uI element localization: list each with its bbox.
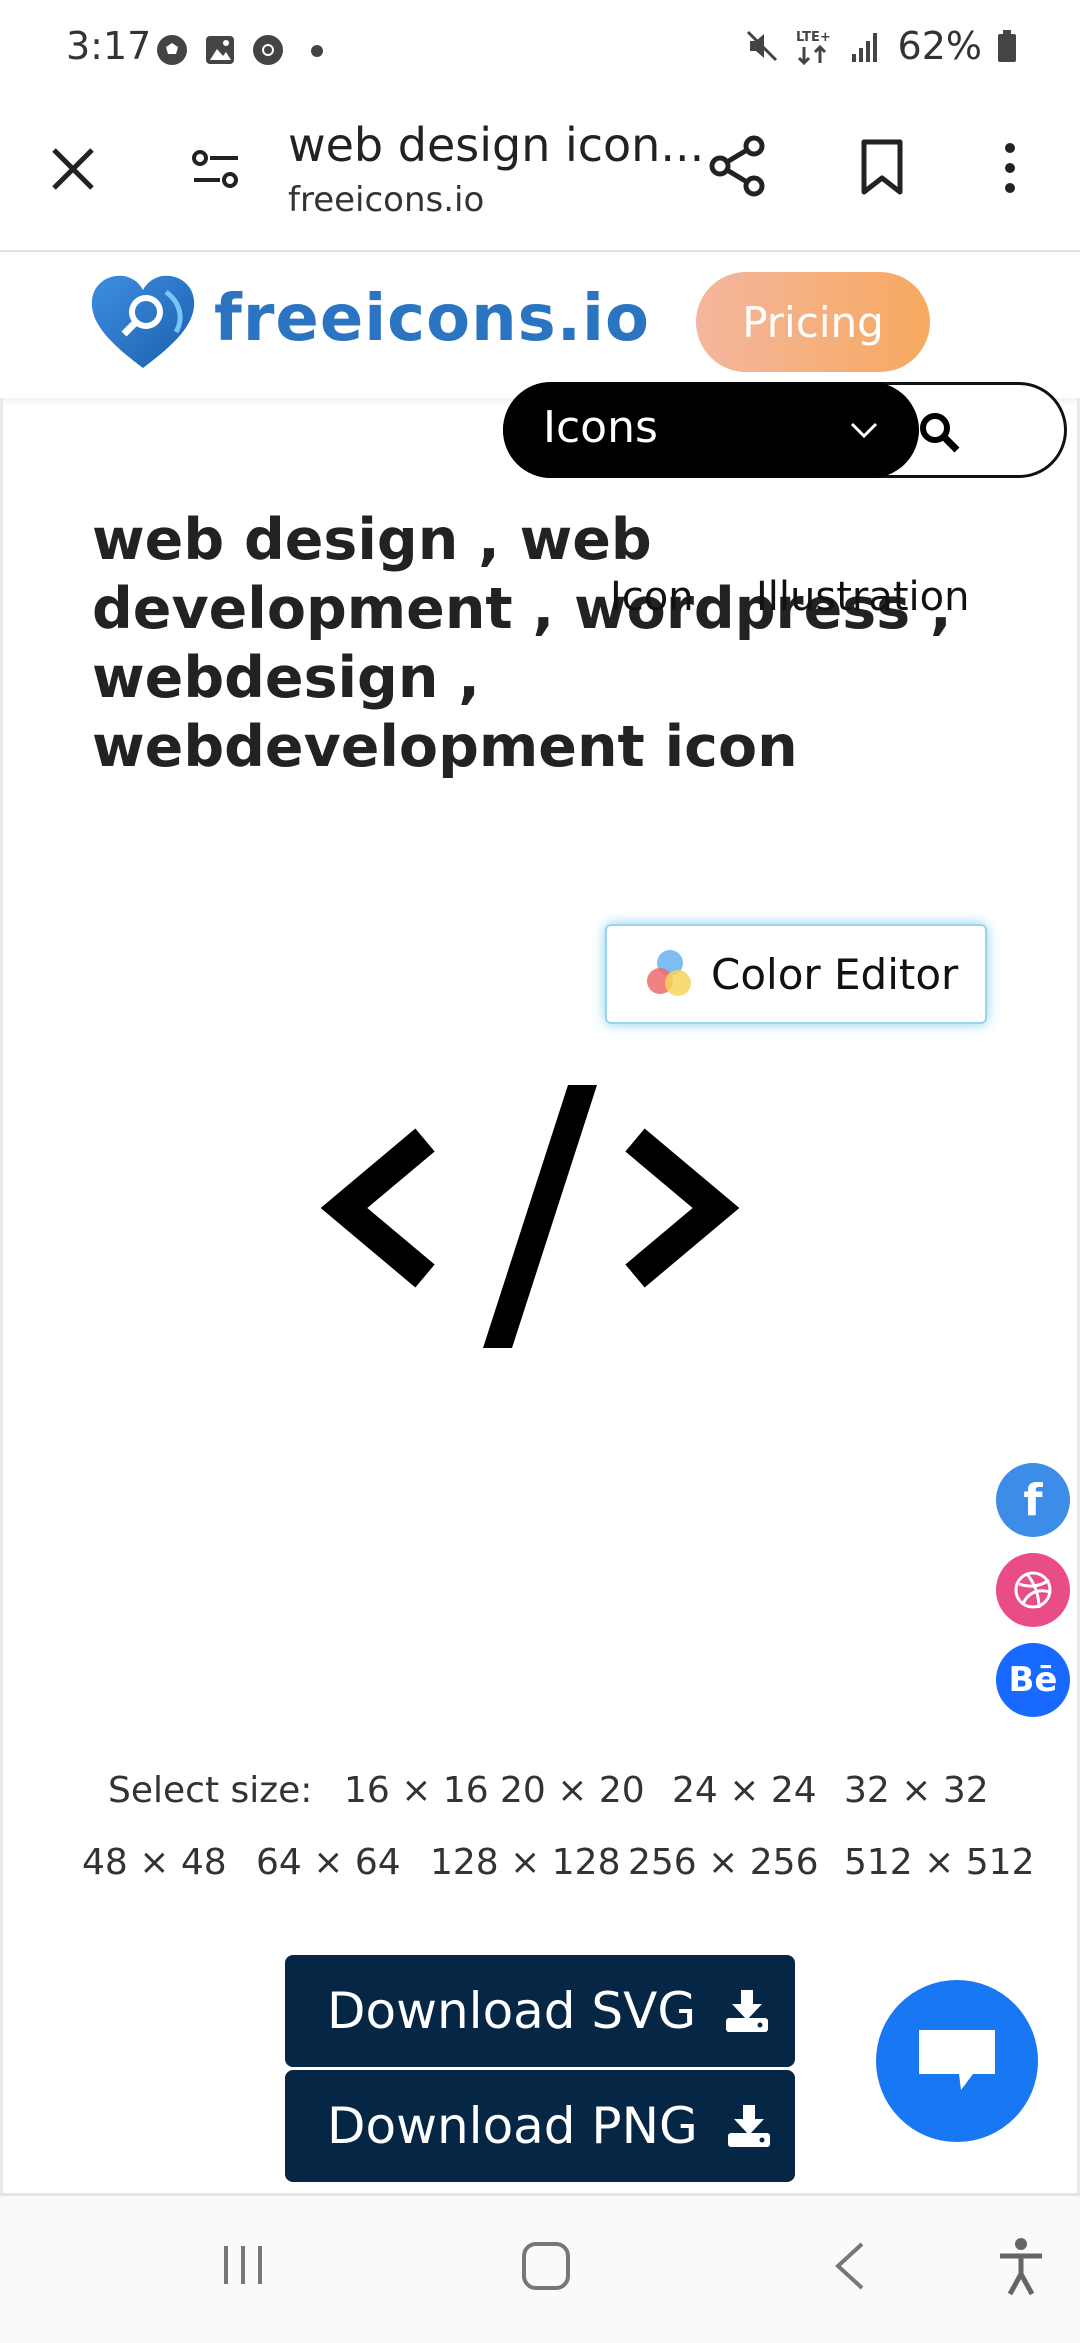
image-icon (206, 36, 234, 64)
soccer-icon (157, 35, 187, 65)
logo-heart-icon[interactable] (88, 272, 198, 372)
signal-icon (851, 33, 877, 62)
home-icon[interactable] (520, 2240, 572, 2292)
size-option[interactable]: 128 × 128 (430, 1842, 620, 1883)
size-option[interactable]: 24 × 24 (672, 1770, 817, 1811)
lte-icon: LTE+ (796, 30, 831, 65)
download-icon (727, 2105, 770, 2147)
facebook-icon[interactable]: f (996, 1463, 1070, 1537)
status-bar: 3:17 LTE+ 62% (0, 0, 1080, 100)
chrome-icon (253, 35, 283, 65)
download-icon (726, 1990, 769, 2032)
site-settings-icon[interactable] (190, 144, 242, 194)
size-option[interactable]: 48 × 48 (82, 1842, 227, 1883)
search-icon[interactable] (917, 410, 961, 454)
download-png-button[interactable]: Download PNG (285, 2070, 795, 2182)
download-svg-label: Download SVG (327, 1982, 697, 2040)
status-time: 3:17 (66, 24, 152, 68)
color-editor-button[interactable]: Color Editor (605, 924, 987, 1024)
size-option[interactable]: 20 × 20 (500, 1770, 645, 1811)
page-domain[interactable]: freeicons.io (288, 180, 484, 220)
mute-icon (746, 30, 777, 62)
recent-apps-icon[interactable] (218, 2240, 268, 2290)
site-header: freeicons.io Pricing (0, 252, 1080, 398)
size-option[interactable]: 16 × 16 (344, 1770, 489, 1811)
color-palette-icon (647, 950, 691, 996)
size-option[interactable]: 32 × 32 (844, 1770, 989, 1811)
status-right: LTE+ 62% (744, 24, 1018, 68)
size-option[interactable]: 512 × 512 (844, 1842, 1034, 1883)
battery-icon (998, 30, 1016, 62)
size-option[interactable]: 64 × 64 (256, 1842, 401, 1883)
select-size-label: Select size: (108, 1770, 313, 1811)
share-icon[interactable] (708, 134, 768, 198)
search-category-label: Icons (543, 402, 658, 453)
chat-button[interactable] (876, 1980, 1038, 2142)
color-editor-label: Color Editor (711, 949, 959, 999)
bookmark-icon[interactable] (860, 138, 904, 196)
close-icon[interactable] (48, 144, 98, 194)
back-icon[interactable] (830, 2240, 870, 2292)
battery-percent: 62% (897, 24, 982, 68)
pricing-button[interactable]: Pricing (696, 272, 930, 372)
more-options-icon[interactable] (1000, 140, 1020, 196)
logo-text[interactable]: freeicons.io (214, 282, 650, 356)
system-nav-bar (0, 2193, 1080, 2343)
download-svg-button[interactable]: Download SVG (285, 1955, 795, 2067)
tab-illustration[interactable]: Illustration (756, 574, 969, 620)
tab-icon[interactable]: Icon (610, 574, 694, 620)
code-icon (320, 1085, 740, 1348)
chat-icon (919, 2030, 995, 2090)
accessibility-icon[interactable] (996, 2236, 1046, 2296)
behance-icon[interactable]: Bē (996, 1643, 1070, 1717)
chevron-down-icon (850, 422, 878, 439)
page-title[interactable]: web design icon... (288, 118, 704, 172)
browser-toolbar: web design icon... freeicons.io (0, 100, 1080, 253)
dribbble-icon[interactable] (996, 1553, 1070, 1627)
page-heading: web design , web development , wordpress… (92, 507, 952, 780)
download-png-label: Download PNG (327, 2097, 698, 2155)
size-option[interactable]: 256 × 256 (628, 1842, 818, 1883)
dot-icon (311, 45, 323, 57)
search-category-select[interactable]: Icons (503, 382, 919, 478)
svg-text:LTE+: LTE+ (796, 30, 831, 45)
